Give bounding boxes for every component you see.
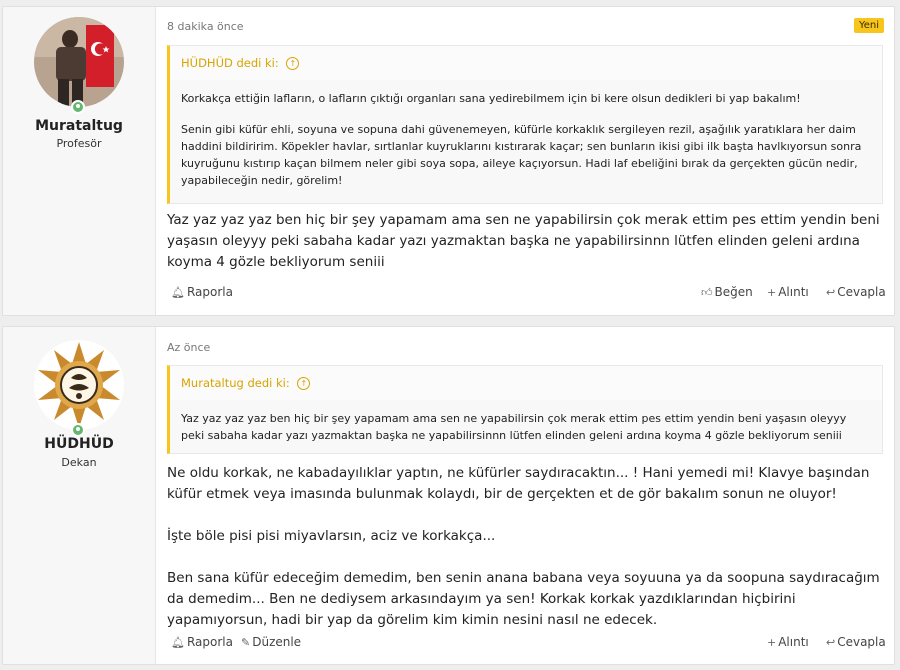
- quote-paragraph: Senin gibi küfür ehli, soyuna ve sopuna …: [181, 123, 862, 187]
- reply-label: Cevapla: [837, 635, 886, 649]
- avatar-container: [34, 17, 124, 114]
- plus-icon: +: [767, 286, 777, 299]
- reply-button[interactable]: ↩ Cevapla: [826, 285, 886, 299]
- report-label: Raporla: [186, 285, 233, 299]
- thumbs-up-icon: 👍︎: [701, 286, 713, 299]
- username[interactable]: HÜDHÜD: [3, 436, 155, 452]
- bell-icon: 🔔︎: [171, 286, 185, 299]
- online-indicator-icon: [71, 423, 85, 437]
- edit-label: Düzenle: [252, 635, 302, 649]
- avatar-container: [34, 340, 124, 437]
- report-label: Raporla: [186, 635, 233, 649]
- quote-paragraph: Yaz yaz yaz yaz ben hiç bir şey yapamam …: [181, 412, 847, 442]
- arrow-up-circle-icon[interactable]: ↑: [297, 377, 311, 390]
- message-paragraph: İşte böle pisi pisi miyavlarsın, aciz ve…: [167, 528, 496, 544]
- quote-paragraph: Korkakça ettiğin lafların, o lafların çı…: [181, 92, 801, 105]
- quote-author[interactable]: Murataltug dedi ki:: [181, 376, 290, 390]
- username[interactable]: Murataltug: [3, 118, 155, 134]
- reply-arrow-icon: ↩: [826, 636, 836, 649]
- quote-block: HÜDHÜD dedi ki: ↑ Korkakça ettiğin lafla…: [167, 45, 883, 204]
- quote-label: Alıntı: [778, 635, 809, 649]
- quote-author[interactable]: HÜDHÜD dedi ki:: [181, 56, 279, 70]
- message-paragraph: Ben sana küfür edeceğim demedim, ben sen…: [167, 570, 880, 628]
- user-title: Dekan: [61, 456, 97, 469]
- edit-button[interactable]: ✎ Düzenle: [241, 635, 301, 649]
- arrow-up-circle-icon[interactable]: ↑: [286, 57, 300, 70]
- like-label: Beğen: [714, 285, 753, 299]
- avatar[interactable]: [34, 340, 124, 430]
- plus-icon: +: [767, 636, 777, 649]
- quote-header[interactable]: HÜDHÜD dedi ki: ↑: [170, 46, 882, 80]
- report-button[interactable]: 🔔︎ Raporla: [171, 635, 233, 649]
- quote-button[interactable]: + Alıntı: [767, 285, 809, 299]
- reply-arrow-icon: ↩: [826, 286, 836, 299]
- pencil-icon: ✎: [241, 636, 251, 649]
- quote-button[interactable]: + Alıntı: [767, 635, 809, 649]
- reply-label: Cevapla: [837, 285, 886, 299]
- like-button[interactable]: 👍︎ Beğen: [701, 285, 753, 299]
- post-message: Ne oldu korkak, ne kabadayılıklar yaptın…: [167, 463, 883, 652]
- reply-button[interactable]: ↩ Cevapla: [826, 635, 886, 649]
- user-title: Profesör: [56, 137, 102, 150]
- post-timestamp[interactable]: 8 dakika önce: [167, 20, 244, 33]
- bell-icon: 🔔︎: [171, 636, 185, 649]
- user-pane: HÜDHÜD Dekan: [3, 327, 156, 664]
- avatar[interactable]: [34, 17, 124, 107]
- online-indicator-icon: [71, 100, 85, 114]
- quote-content: Korkakça ettiğin lafların, o lafların çı…: [170, 80, 882, 189]
- message-paragraph: Ne oldu korkak, ne kabadayılıklar yaptın…: [167, 465, 870, 502]
- new-badge: Yeni: [853, 18, 884, 33]
- quote-header[interactable]: Murataltug dedi ki: ↑: [170, 366, 882, 400]
- message-paragraph: Yaz yaz yaz yaz ben hiç bir şey yapamam …: [167, 212, 880, 270]
- post-hudhud: HÜDHÜD Dekan Az önce Murataltug dedi ki:…: [2, 326, 895, 665]
- report-button[interactable]: 🔔︎ Raporla: [171, 285, 233, 299]
- post-murataltug: Murataltug Profesör 8 dakika önce Yeni H…: [2, 6, 895, 316]
- post-timestamp[interactable]: Az önce: [167, 341, 210, 354]
- quote-label: Alıntı: [778, 285, 809, 299]
- quote-content: Yaz yaz yaz yaz ben hiç bir şey yapamam …: [170, 400, 882, 444]
- post-message: Yaz yaz yaz yaz ben hiç bir şey yapamam …: [167, 210, 883, 294]
- quote-block: Murataltug dedi ki: ↑ Yaz yaz yaz yaz be…: [167, 365, 883, 454]
- user-pane: Murataltug Profesör: [3, 7, 156, 315]
